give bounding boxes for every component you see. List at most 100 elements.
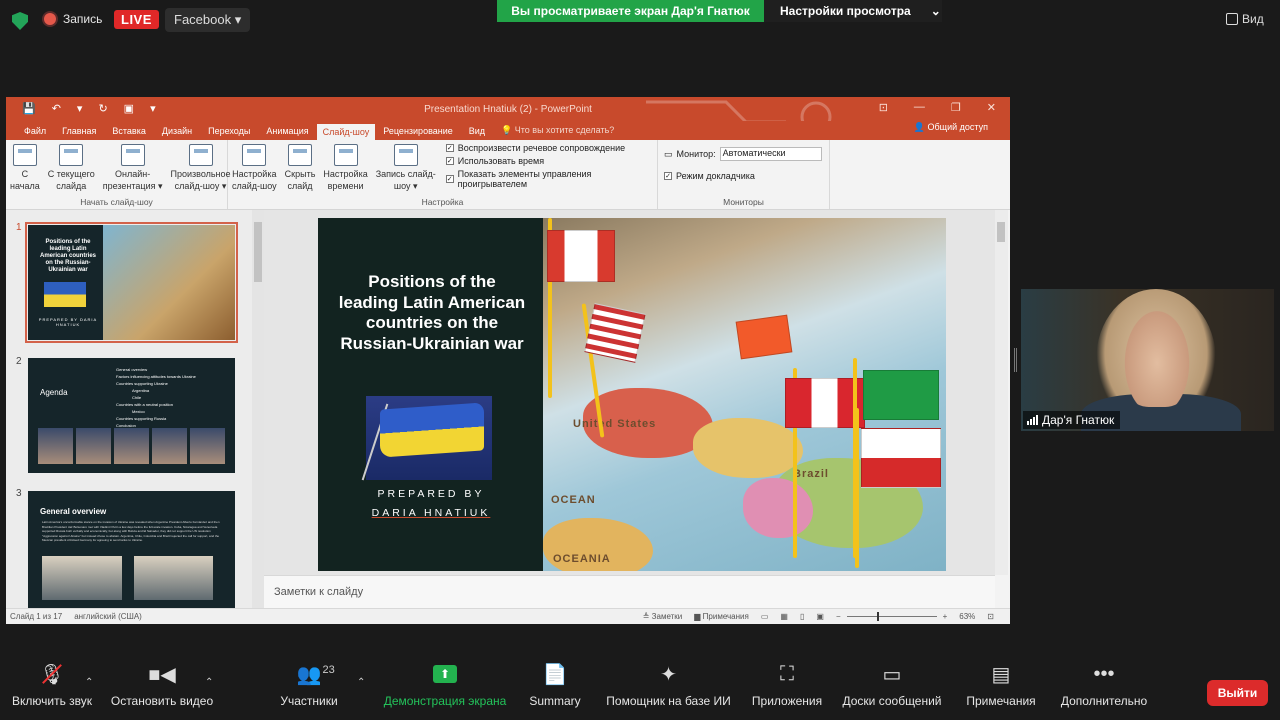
presentation-icon [12,144,37,166]
monitor-select[interactable]: Автоматически [719,147,822,161]
tab-review[interactable]: Рецензирование [375,126,461,140]
from-beginning-button[interactable]: С начала [6,140,44,197]
redo-icon[interactable]: ↻ [98,102,107,115]
tell-me-search[interactable]: 💡 Что вы хотите сделать? [493,125,622,140]
undo-dropdown-icon[interactable]: ▾ [77,102,83,115]
slideshow-start-icon[interactable]: ▣ [124,102,134,115]
unmute-button[interactable]: 🎙 Включить звук [10,660,94,709]
participant-video-tile[interactable]: Дар'я Гнатюк [1021,289,1274,431]
ribbon-display-icon[interactable]: ⊡ [879,101,888,114]
slide-number: 3 [16,488,22,499]
customize-qat-icon[interactable]: ▾ [150,102,156,115]
whiteboards-button[interactable]: ▭ Доски сообщений [838,660,946,709]
zoom-in-icon[interactable]: + [943,612,948,621]
comments-toggle[interactable]: ▆ Примечания [694,612,749,621]
participants-options-caret-icon[interactable]: ⌃ [357,677,365,688]
ai-companion-button[interactable]: ✦ Помощник на базе ИИ [602,660,735,709]
notes-pane[interactable]: Заметки к слайду [264,575,995,608]
live-badge[interactable]: LIVE [114,10,159,29]
apps-button[interactable]: ⛶ Приложения [748,660,826,709]
audio-options-caret-icon[interactable]: ⌃ [85,677,93,688]
unmute-label: Включить звук [11,694,93,708]
slide-thumbnail-2[interactable]: Agenda General overview Factors influenc… [28,358,235,473]
from-current-label: С текущего слайда [47,169,95,191]
presenter-view-checkbox[interactable]: ✓ Режим докладчика [664,171,822,181]
notes-button[interactable]: ▤ Примечания [962,660,1040,709]
record-icon [393,144,418,166]
participant-name-tag: Дар'я Гнатюк [1023,411,1121,429]
view-label: Вид [1242,12,1264,26]
share-screen-label: Демонстрация экрана [383,694,507,708]
zoom-slider[interactable] [846,612,937,621]
map-image [103,225,235,340]
use-timings-checkbox[interactable]: ✓ Использовать время [445,156,651,166]
video-camera-icon: ■◀ [148,663,176,686]
hide-slide-button[interactable]: Скрыть слайд [281,140,320,197]
tab-transitions[interactable]: Переходы [200,126,258,140]
language-indicator[interactable]: английский (США) [74,612,142,621]
tab-slideshow[interactable]: Слайд-шоу [316,124,376,140]
close-icon[interactable]: ✕ [987,101,996,114]
tab-insert[interactable]: Вставка [104,126,153,140]
participant-name: Дар'я Гнатюк [1042,413,1115,427]
present-online-button[interactable]: Онлайн- презентация ▾ [99,140,167,197]
save-icon[interactable]: 💾 [22,102,36,115]
recording-label: Запись [63,12,103,26]
share-screen-button[interactable]: ⬆ Демонстрация экрана [381,660,509,708]
view-options-button[interactable]: Настройки просмотра ⌄ [764,0,942,22]
agenda-item: Factors influencing attitudes towards Uk… [116,374,196,379]
recording-indicator[interactable]: Запись [44,12,102,26]
tab-animations[interactable]: Анимация [258,126,316,140]
notes-toggle[interactable]: ≜ Заметки [643,612,683,621]
agenda-item: Argentina [132,388,150,393]
undo-icon[interactable]: ↶ [52,102,61,115]
tab-file[interactable]: Файл [16,126,54,140]
current-slide[interactable]: Positions of the leading Latin American … [318,218,946,571]
more-button[interactable]: ••• Дополнительно [1056,660,1152,709]
participants-icon: 👥 23 [296,663,335,686]
slide-scrollbar[interactable] [995,210,1008,575]
presentation-icon [59,144,84,166]
slide-thumbnail-1[interactable]: Positions of the leading Latin American … [25,222,238,343]
rehearse-timings-button[interactable]: Настройка времени [319,140,371,197]
reading-view-icon[interactable]: ▯ [800,612,804,621]
author-name: DARIA HNATIUK [371,507,491,519]
minimize-icon[interactable]: — [914,101,925,114]
panel-resize-handle[interactable] [1014,348,1017,372]
slideshow-view-icon[interactable]: ▣ [816,612,824,621]
setup-slideshow-button[interactable]: Настройка слайд-шоу [228,140,281,197]
zoom-level[interactable]: 63% [959,612,975,621]
participants-button[interactable]: 👥 23 Участники [279,660,339,709]
view-button[interactable]: Вид [1226,12,1264,26]
from-beginning-label: С начала [10,169,40,191]
zoom-out-icon[interactable]: − [836,612,841,621]
video-options-caret-icon[interactable]: ⌃ [205,677,213,688]
usa-flag-icon [584,303,646,363]
normal-view-icon[interactable]: ▭ [761,612,769,621]
restore-icon[interactable]: ❐ [951,101,961,114]
summary-button[interactable]: 📄 Summary [527,660,583,709]
custom-show-icon [188,144,213,166]
from-current-slide-button[interactable]: С текущего слайда [44,140,99,197]
slide-sorter-icon[interactable]: ▦ [780,612,788,621]
facebook-stream-dropdown[interactable]: Facebook ▾ [165,8,251,32]
thumbnails-scrollbar[interactable] [252,210,264,608]
record-slideshow-button[interactable]: Запись слайд- шоу ▾ [372,140,440,197]
slide-thumbnail-3[interactable]: General overview Latin America's unconfo… [28,491,235,608]
notes-label: Примечания [966,694,1036,708]
share-button[interactable]: 👤 Общий доступ [906,122,996,137]
tab-view[interactable]: Вид [461,126,493,140]
fit-slide-icon[interactable]: ⊡ [987,612,994,621]
agenda-item: Countries supporting Russia [116,416,167,421]
show-media-controls-checkbox[interactable]: ✓ Показать элементы управления проигрыват… [445,169,651,189]
custom-slideshow-button[interactable]: Произвольное слайд-шоу ▾ [167,140,235,197]
tab-design[interactable]: Дизайн [154,126,200,140]
security-shield-icon[interactable] [12,12,28,30]
play-narrations-checkbox[interactable]: ✓ Воспроизвести речевое сопровождение [445,143,651,153]
checkbox-checked-icon: ✓ [445,157,454,165]
map-label: Brazil [793,468,829,480]
stop-video-button[interactable]: ■◀ Остановить видео [108,660,216,709]
tab-home[interactable]: Главная [54,126,104,140]
facebook-label: Facebook [174,12,232,27]
leave-button[interactable]: Выйти [1207,680,1268,706]
